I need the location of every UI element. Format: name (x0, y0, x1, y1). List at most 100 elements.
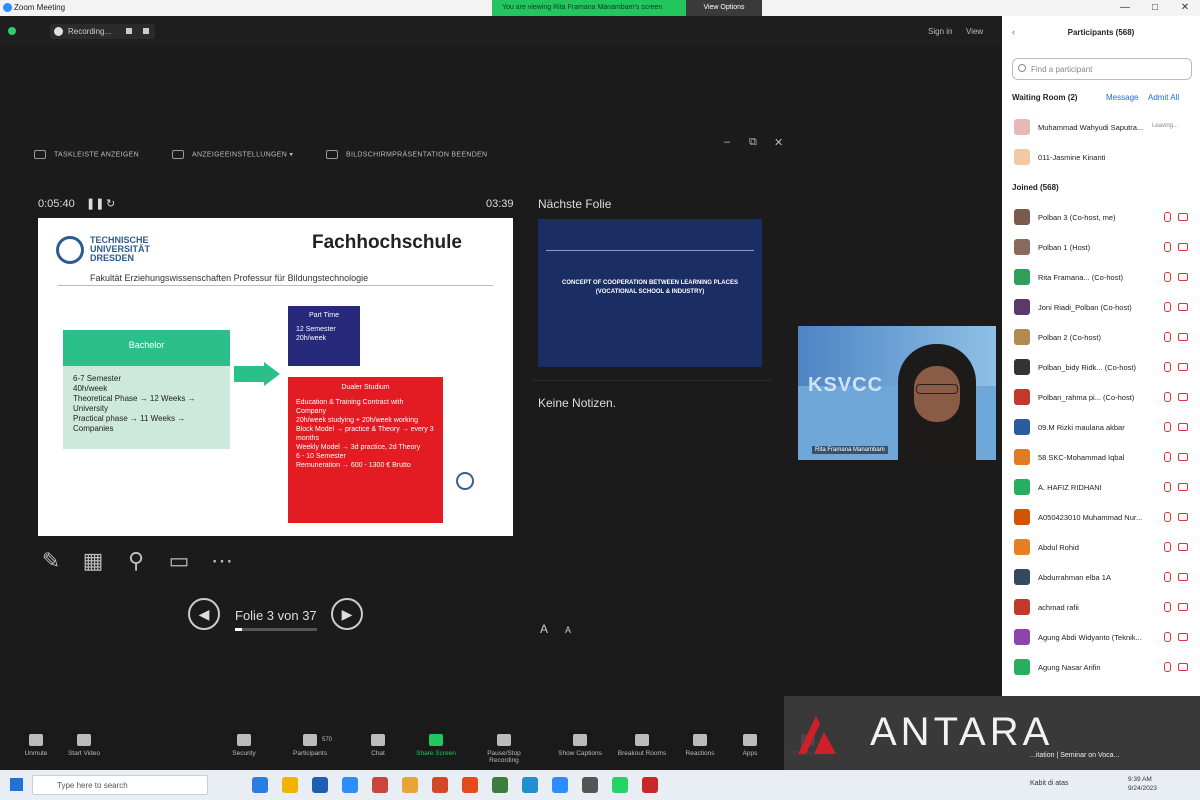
display-settings-button[interactable]: ANZEIGEEINSTELLUNGEN ▾ (172, 150, 293, 159)
zoom-taskbar-icon[interactable] (342, 777, 358, 793)
toolbar-icon (29, 734, 43, 746)
parttime-box: Part Time 12 Semester 20h/week (288, 306, 360, 366)
toolbar-label: Pause/Stop Recording (487, 750, 521, 764)
next-slide-title: CONCEPT OF COOPERATION BETWEEN LEARNING … (562, 280, 738, 295)
bachelor-item: Theoretical Phase → 12 Weeks → Universit… (73, 394, 196, 413)
restore-presenter-icon[interactable]: ⧉ (749, 136, 757, 149)
toolbar-breakout-roomsbutton[interactable]: Breakout Rooms (610, 732, 674, 757)
video-off-icon (1178, 633, 1188, 641)
app3-icon[interactable] (522, 777, 538, 793)
close-icon[interactable]: ✕ (1170, 0, 1200, 16)
view-button[interactable]: View (966, 27, 983, 36)
participant-row[interactable]: A. HAFIZ RIDHANI (1010, 472, 1196, 502)
toolbar-securitybutton[interactable]: Security (212, 732, 276, 757)
black-screen-icon[interactable]: ▭ (164, 546, 194, 576)
video-off-icon (1178, 603, 1188, 611)
participant-row[interactable]: Agung Abdi Widyanto (Teknik... (1010, 622, 1196, 652)
whatsapp-icon[interactable] (612, 777, 628, 793)
display-settings-label: ANZEIGEEINSTELLUNGEN ▾ (192, 151, 294, 159)
header-divider (58, 285, 493, 286)
toolbar-show-captionsbutton[interactable]: Show Captions (548, 732, 612, 757)
reset-timer-icon[interactable]: ↻ (106, 197, 115, 210)
stop-recording-icon[interactable] (143, 28, 149, 34)
toolbar-start-videobutton[interactable]: Start Video (52, 732, 116, 757)
clock-time: 03:39 (486, 198, 514, 210)
app-icon[interactable] (372, 777, 388, 793)
sign-in-link[interactable]: Sign in (928, 27, 952, 36)
pause-timer-icon[interactable]: ❚❚ (86, 197, 104, 210)
close-presenter-icon[interactable]: ✕ (774, 136, 783, 149)
participant-row[interactable]: Rita Framana... (Co-host) (1010, 262, 1196, 292)
dual-study-box: Dualer Studium Education & Training Cont… (288, 377, 443, 523)
end-slideshow-button[interactable]: BILDSCHIRMPRÄSENTATION BEENDEN (326, 150, 487, 159)
muted-mic-icon (1164, 422, 1171, 432)
video-off-icon (1178, 333, 1188, 341)
toolbar-participantsbutton[interactable]: Participants (278, 732, 342, 757)
participants-title: Participants (568) (1067, 28, 1135, 37)
participant-row[interactable]: Abdul Rohid (1010, 532, 1196, 562)
admit-all-button[interactable]: Admit All (1148, 93, 1179, 102)
share-banner-text: You are viewing Rita Framana Manambam's … (502, 4, 663, 11)
maximize-icon[interactable]: □ (1140, 0, 1170, 16)
minimize-presenter-icon[interactable]: – (724, 136, 730, 148)
firefox-icon[interactable] (462, 777, 478, 793)
pause-recording-icon[interactable] (126, 28, 132, 34)
previous-slide-button[interactable]: ◀ (188, 598, 220, 630)
toolbar-icon (77, 734, 91, 746)
participant-row[interactable]: Polban_bidy Ridk... (Co-host) (1010, 352, 1196, 382)
participant-name: 09.M Rizki maulana akbar (1038, 423, 1125, 432)
more-options-icon[interactable]: ⋯ (207, 546, 237, 576)
participant-search-input[interactable]: Find a participant (1012, 58, 1192, 80)
message-waiting-button[interactable]: Message (1106, 93, 1138, 102)
participant-name: Polban_bidy Ridk... (Co-host) (1038, 363, 1136, 372)
view-options-button[interactable]: View Options (686, 0, 762, 16)
zoom-magnifier-icon[interactable]: ⚲ (121, 546, 151, 576)
folder-icon[interactable] (402, 777, 418, 793)
taskbar-search-input[interactable]: Type here to search (32, 775, 208, 795)
app5-icon[interactable] (582, 777, 598, 793)
participant-row[interactable]: Polban 1 (Host) (1010, 232, 1196, 262)
toolbar-icon (371, 734, 385, 746)
next-slide-preview[interactable]: CONCEPT OF COOPERATION BETWEEN LEARNING … (538, 219, 762, 367)
toolbar-pause-stop-recordingbutton[interactable]: Pause/Stop Recording (472, 732, 536, 764)
end-slideshow-label: BILDSCHIRMPRÄSENTATION BEENDEN (346, 151, 488, 159)
participant-row[interactable]: Polban_rahma pi... (Co-host) (1010, 382, 1196, 412)
minimize-icon[interactable]: — (1110, 0, 1140, 16)
decrease-font-icon[interactable]: A (565, 625, 571, 635)
pen-icon[interactable]: ✎ (36, 546, 66, 576)
avatar (1014, 119, 1030, 135)
waiting-participant-row[interactable]: Muhammad Wahyudi Saputra... Leaving... (1010, 112, 1196, 142)
participant-row[interactable]: Abdurrahman elba 1A (1010, 562, 1196, 592)
powerpoint-icon[interactable] (432, 777, 448, 793)
all-slides-icon[interactable]: ▦ (78, 546, 108, 576)
mail-icon[interactable] (312, 777, 328, 793)
toolbar-chatbutton[interactable]: Chat (346, 732, 410, 757)
participant-row[interactable]: 09.M Rizki maulana akbar (1010, 412, 1196, 442)
video-off-icon (1178, 303, 1188, 311)
toolbar-appsbutton[interactable]: Apps (718, 732, 782, 757)
increase-font-icon[interactable]: A (540, 622, 548, 636)
waiting-participant-row[interactable]: 011-Jasmine Kinanti (1010, 142, 1196, 172)
app2-icon[interactable] (492, 777, 508, 793)
app4-icon[interactable] (552, 777, 568, 793)
edge-icon[interactable] (252, 777, 268, 793)
next-slide-button[interactable]: ▶ (331, 598, 363, 630)
antara-logo-icon (798, 716, 836, 754)
file-explorer-icon[interactable] (282, 777, 298, 793)
windows-start-icon[interactable] (10, 778, 23, 791)
bachelor-item: Practical phase → 11 Weeks → Companies (73, 414, 186, 433)
participant-row[interactable]: Polban 2 (Co-host) (1010, 322, 1196, 352)
speaker-video[interactable]: KSVCC Rita Framana Manambam (798, 326, 996, 460)
participant-row[interactable]: A050423010 Muhammad Nur... (1010, 502, 1196, 532)
security-shield-icon[interactable] (8, 27, 16, 35)
participant-row[interactable]: Agung Nasar Arifin (1010, 652, 1196, 682)
participant-row[interactable]: Polban 3 (Co-host, me) (1010, 202, 1196, 232)
avatar (1014, 449, 1030, 465)
toolbar-share-screenbutton[interactable]: Share Screen (404, 732, 468, 757)
participant-row[interactable]: Joni Riadi_Polban (Co-host) (1010, 292, 1196, 322)
participant-row[interactable]: achmad rafii (1010, 592, 1196, 622)
pdf-reader-icon[interactable] (642, 777, 658, 793)
participant-row[interactable]: 58 SKC-Mohammad Iqbal (1010, 442, 1196, 472)
show-taskbar-button[interactable]: TASKLEISTE ANZEIGEN (34, 150, 139, 159)
antara-brand: ANTARA (870, 710, 1054, 754)
